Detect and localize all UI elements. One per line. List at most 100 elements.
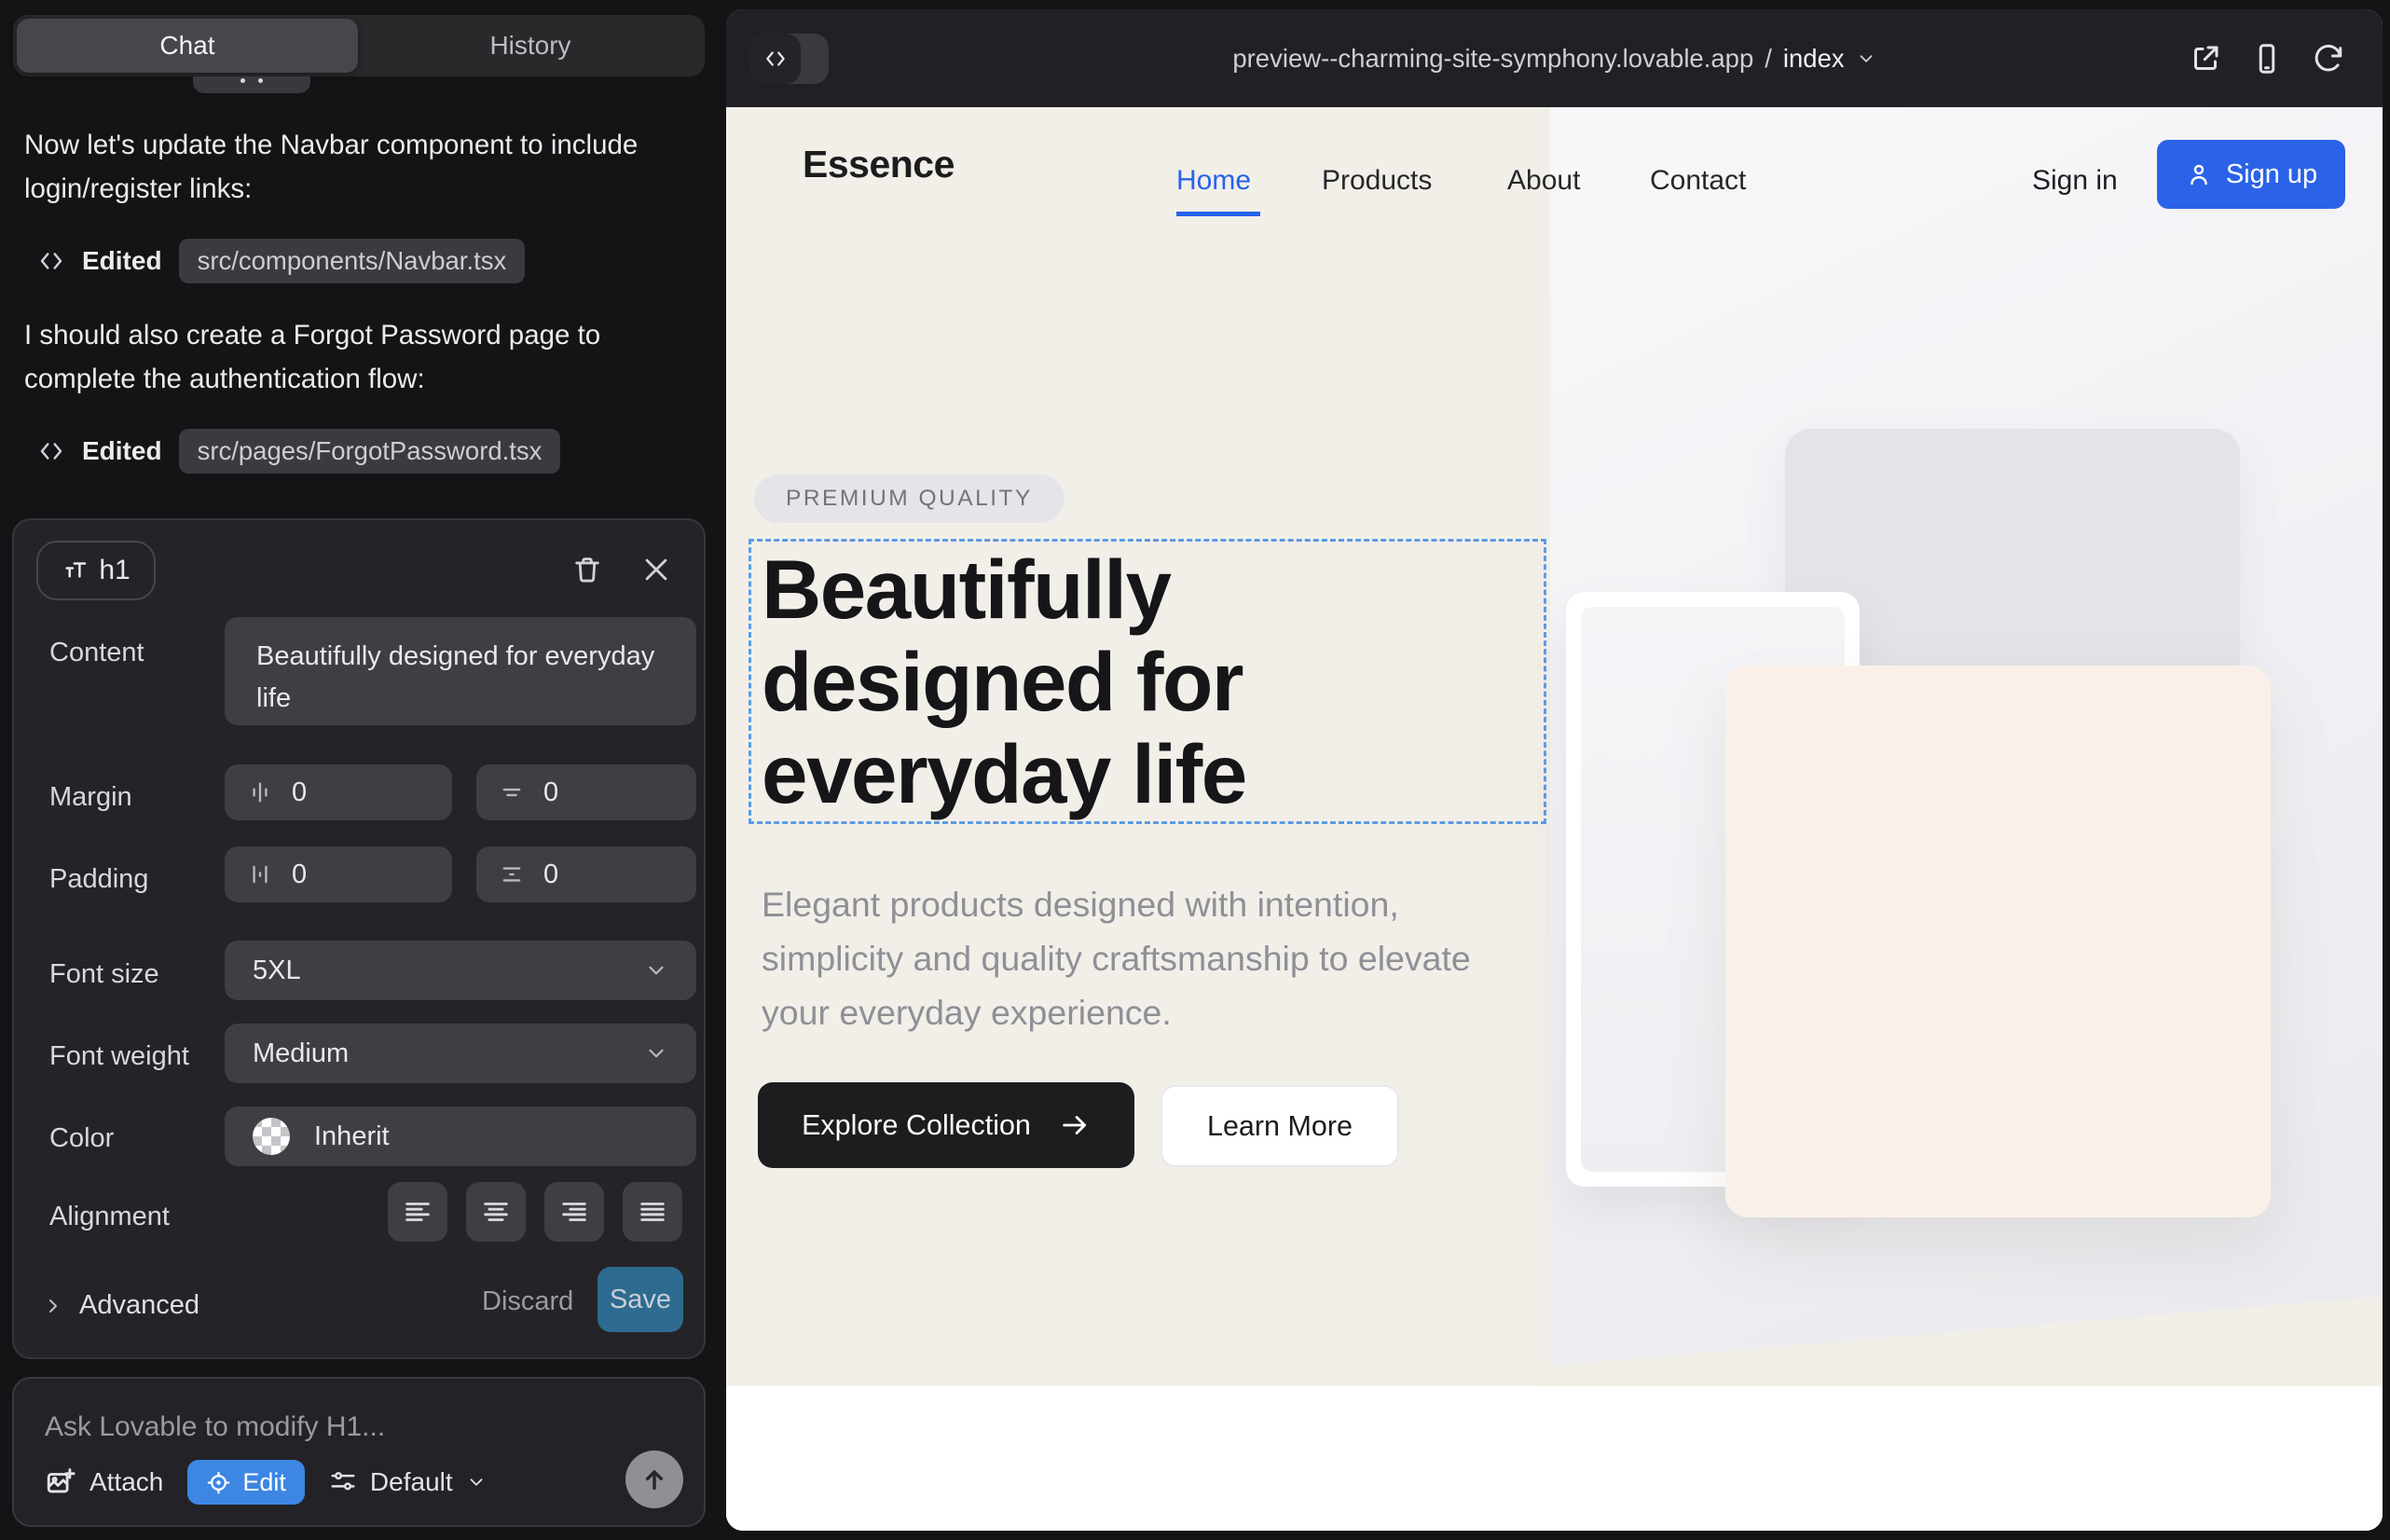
color-value: Inherit [314,1121,390,1152]
sign-up-button[interactable]: Sign up [2157,140,2345,209]
hero-heading[interactable]: Beautifully designed for everyday life [762,543,1545,820]
padding-label: Padding [49,864,148,895]
discard-button[interactable]: Discard [482,1286,573,1317]
arrow-right-icon [1059,1109,1091,1141]
hero-badge: PREMIUM QUALITY [754,474,1065,523]
padding-vertical-icon [499,861,525,887]
tab-chat[interactable]: Chat [17,19,358,73]
attach-image-icon [45,1466,76,1498]
edited-file-row: Edited src/components/Navbar.tsx [37,241,525,282]
nav-item-home[interactable]: Home [1176,165,1251,197]
tab-chat-label: Chat [159,31,214,61]
attach-button[interactable]: Attach [45,1466,163,1498]
margin-horizontal-value: 0 [292,777,307,808]
padding-horizontal-value: 0 [292,859,307,890]
nav-active-underline [1176,212,1260,216]
ellipsis-icon [240,78,263,83]
font-size-value: 5XL [253,956,301,986]
margin-vertical-value: 0 [543,777,558,808]
explore-collection-button[interactable]: Explore Collection [758,1082,1134,1168]
padding-horizontal-input[interactable]: 0 [225,846,452,902]
content-label: Content [49,638,144,668]
selected-element-badge: h1 [36,541,156,600]
explore-collection-label: Explore Collection [802,1109,1031,1142]
type-icon [62,557,89,584]
element-tag-label: h1 [99,555,130,586]
edit-mode-pill[interactable]: Edit [187,1460,305,1505]
close-panel-button[interactable] [640,554,672,585]
scrolled-chip-partial[interactable] [193,76,310,93]
composer-input[interactable]: Ask Lovable to modify H1... [45,1411,385,1443]
delete-element-button[interactable] [571,554,603,585]
font-size-select[interactable]: 5XL [225,941,696,1000]
app-window: Chat History Now let's update the Navbar… [0,0,2390,1540]
preview-window: preview--charming-site-symphony.lovable.… [726,9,2383,1531]
edited-file-chip[interactable]: src/pages/ForgotPassword.tsx [179,429,561,474]
user-icon [2185,160,2213,188]
color-label: Color [49,1123,114,1154]
edited-file-row: Edited src/pages/ForgotPassword.tsx [37,431,560,472]
element-editor-panel: h1 Content Beautifully designed for ever… [12,518,706,1359]
margin-vertical-icon [499,779,525,805]
transparency-swatch-icon [253,1118,290,1155]
edited-file-chip[interactable]: src/components/Navbar.tsx [179,239,526,283]
sign-in-link[interactable]: Sign in [2032,165,2118,197]
chevron-down-icon [1856,48,1876,69]
chat-composer: Ask Lovable to modify H1... Attach [12,1377,706,1527]
open-external-button[interactable] [2189,42,2222,76]
align-justify-button[interactable] [623,1182,682,1242]
sign-up-label: Sign up [2226,159,2317,190]
assistant-message: I should also create a Forgot Password p… [24,313,639,401]
chat-sidebar: Chat History Now let's update the Navbar… [0,0,727,1540]
preview-toolbar: preview--charming-site-symphony.lovable.… [726,9,2383,107]
padding-vertical-input[interactable]: 0 [476,846,696,902]
save-button[interactable]: Save [598,1267,683,1332]
sliders-icon [329,1468,357,1496]
margin-horizontal-icon [247,779,273,805]
nav-item-contact[interactable]: Contact [1650,165,1746,197]
advanced-toggle[interactable]: Advanced [42,1290,199,1321]
tab-history[interactable]: History [360,19,701,73]
color-select[interactable]: Inherit [225,1107,696,1166]
tab-history-label: History [489,31,570,61]
edited-label: Edited [82,436,162,466]
nav-item-products[interactable]: Products [1322,165,1432,197]
preview-url: preview--charming-site-symphony.lovable.… [1232,44,1753,74]
decorative-card-beige [1725,666,2271,1217]
content-textarea[interactable]: Beautifully designed for everyday life [225,617,696,725]
assistant-message: Now let's update the Navbar component to… [24,123,639,211]
rendered-site: Essence Home Products About Contact Sign… [726,107,2383,1531]
edited-label: Edited [82,246,162,276]
page-name: index [1783,44,1845,74]
chevron-down-icon [644,1041,668,1066]
advanced-label: Advanced [79,1290,199,1321]
align-center-button[interactable] [466,1182,526,1242]
site-logo[interactable]: Essence [803,143,955,186]
learn-more-button[interactable]: Learn More [1161,1085,1399,1167]
attach-label: Attach [89,1467,163,1497]
padding-vertical-value: 0 [543,859,558,890]
send-button[interactable] [625,1451,683,1508]
chevron-down-icon [466,1472,487,1492]
mode-select[interactable]: Default [329,1467,487,1497]
font-weight-select[interactable]: Medium [225,1024,696,1083]
margin-label: Margin [49,782,132,813]
nav-item-about[interactable]: About [1507,165,1580,197]
mobile-view-button[interactable] [2250,42,2284,76]
edit-label: Edit [242,1468,286,1497]
refresh-button[interactable] [2312,42,2345,76]
target-icon [206,1470,231,1495]
margin-horizontal-input[interactable]: 0 [225,764,452,820]
mode-label: Default [370,1467,453,1497]
chevron-down-icon [644,958,668,983]
chevron-right-icon [42,1295,64,1317]
alignment-label: Alignment [49,1202,170,1232]
font-size-label: Font size [49,959,159,990]
url-bar[interactable]: preview--charming-site-symphony.lovable.… [726,9,2383,107]
code-icon [37,437,65,465]
align-right-button[interactable] [544,1182,604,1242]
margin-vertical-input[interactable]: 0 [476,764,696,820]
tab-bar: Chat History [13,15,705,76]
padding-horizontal-icon [247,861,273,887]
align-left-button[interactable] [388,1182,447,1242]
